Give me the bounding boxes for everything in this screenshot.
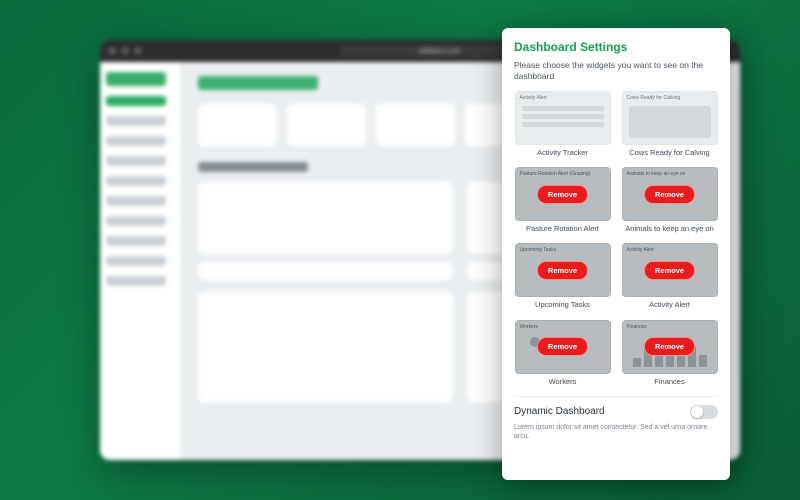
widget-upcoming-tasks[interactable]: Upcoming Tasks Remove Upcoming Tasks <box>514 243 611 309</box>
widget-label: Animals to keep an eye on <box>625 225 713 233</box>
widget-label: Workers <box>549 378 577 386</box>
widget-thumb: Pasture Rotation Alert (Grazing) Remove <box>515 167 611 221</box>
remove-button[interactable]: Remove <box>537 185 588 204</box>
widget-label: Upcoming Tasks <box>535 301 590 309</box>
widget-grid: Activity Alert Activity Tracker Cows Rea… <box>514 91 718 386</box>
dynamic-dashboard-section: Dynamic Dashboard Lorem ipsum dolor sit … <box>514 396 718 441</box>
widget-thumb: Workers Remove <box>515 320 611 374</box>
widget-thumb: Activity Alert <box>515 91 611 145</box>
widget-label: Finances <box>654 378 684 386</box>
widget-workers[interactable]: Workers Remove Workers <box>514 320 611 386</box>
widget-label: Activity Tracker <box>537 149 588 157</box>
widget-finances[interactable]: Finances Remove Finances <box>621 320 718 386</box>
widget-label: Pasture Rotation Alert <box>526 225 599 233</box>
widget-animals-eye-on[interactable]: Animals to keep an eye on Remove Animals… <box>621 167 718 233</box>
remove-button[interactable]: Remove <box>537 337 588 356</box>
dashboard-settings-panel: Dashboard Settings Please choose the wid… <box>502 28 730 480</box>
widget-label: Cows Ready for Calving <box>629 149 709 157</box>
widget-activity-alert[interactable]: Activity Alert Remove Activity Alert <box>621 243 718 309</box>
widget-cows-calving[interactable]: Cows Ready for Calving Cows Ready for Ca… <box>621 91 718 157</box>
widget-thumb: Animals to keep an eye on Remove <box>622 167 718 221</box>
widget-label: Activity Alert <box>649 301 690 309</box>
widget-thumb: Cows Ready for Calving <box>622 91 718 145</box>
panel-title: Dashboard Settings <box>514 40 718 54</box>
toggle-description: Lorem ipsum dolor sit amet consectetur. … <box>514 423 718 441</box>
sidebar <box>100 62 180 460</box>
widget-thumb: Finances Remove <box>622 320 718 374</box>
dynamic-dashboard-toggle[interactable] <box>690 405 718 419</box>
toggle-title: Dynamic Dashboard <box>514 406 605 417</box>
widget-pasture-rotation[interactable]: Pasture Rotation Alert (Grazing) Remove … <box>514 167 611 233</box>
remove-button[interactable]: Remove <box>644 261 695 280</box>
widget-thumb: Upcoming Tasks Remove <box>515 243 611 297</box>
remove-button[interactable]: Remove <box>537 261 588 280</box>
remove-button[interactable]: Remove <box>644 185 695 204</box>
panel-description: Please choose the widgets you want to se… <box>514 60 718 83</box>
widget-thumb: Activity Alert Remove <box>622 243 718 297</box>
remove-button[interactable]: Remove <box>644 337 695 356</box>
widget-activity-tracker[interactable]: Activity Alert Activity Tracker <box>514 91 611 157</box>
